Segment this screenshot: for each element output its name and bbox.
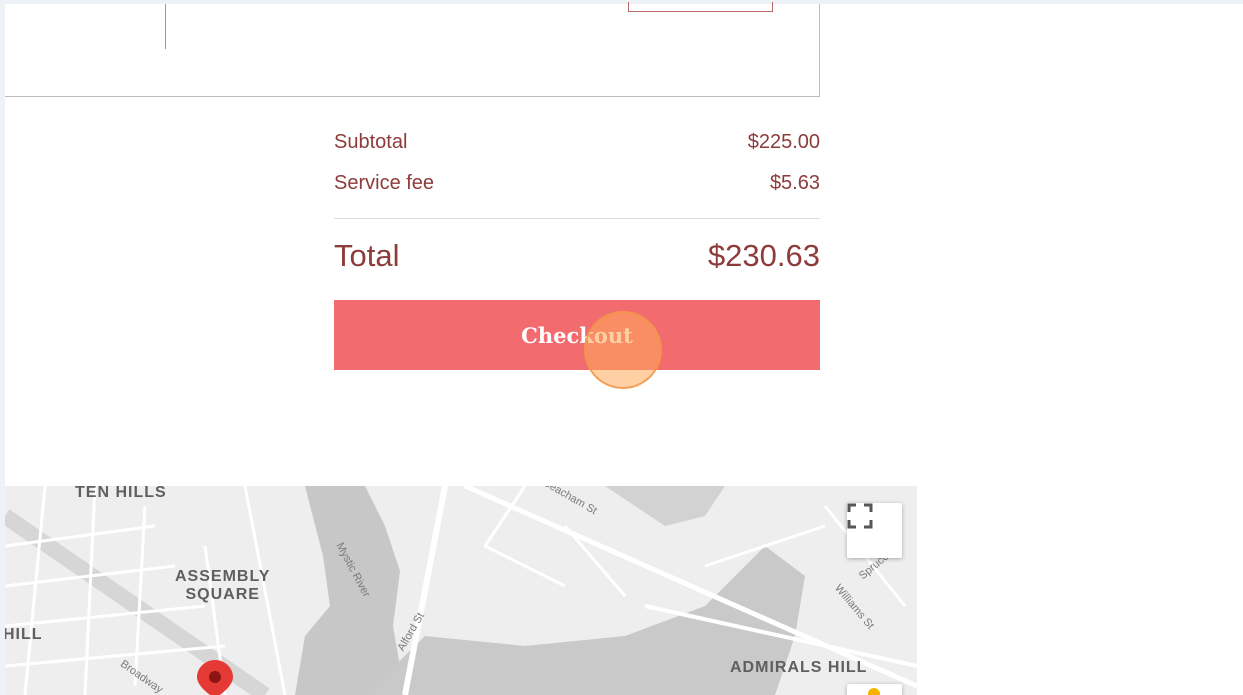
- service-fee-row: Service fee $5.63: [334, 167, 820, 208]
- quantity-field[interactable]: [628, 2, 773, 12]
- service-fee-value: $5.63: [769, 172, 820, 194]
- cart-column-divider: [165, 4, 166, 49]
- total-value: $230.63: [707, 238, 820, 273]
- subtotal-label: Subtotal: [334, 131, 408, 153]
- map-label-ten-hills: TEN HILLS: [75, 486, 167, 501]
- map-label-admirals-hill: ADMIRALS HILL: [730, 659, 868, 676]
- street-view-button[interactable]: [847, 684, 902, 695]
- subtotal-row: Subtotal $225.00: [334, 126, 820, 167]
- total-row: Total $230.63: [334, 219, 820, 293]
- total-label: Total: [334, 238, 400, 273]
- checkout-button-label: Checkout: [521, 322, 633, 348]
- fullscreen-button[interactable]: [847, 503, 902, 558]
- location-map[interactable]: TEN HILLS ASSEMBLY SQUARE HILL ADMIRALS …: [5, 486, 917, 695]
- checkout-button[interactable]: Checkout: [334, 300, 820, 370]
- service-fee-label: Service fee: [334, 172, 435, 194]
- pegman-icon: [868, 688, 880, 695]
- order-summary: Subtotal $225.00 Service fee $5.63 Total…: [334, 126, 820, 293]
- map-label-assembly-square: ASSEMBLY SQUARE: [175, 568, 271, 603]
- cart-item-card: [5, 2, 820, 97]
- subtotal-value: $225.00: [747, 131, 820, 153]
- map-label-hill: HILL: [5, 626, 43, 643]
- fullscreen-icon: [847, 503, 873, 529]
